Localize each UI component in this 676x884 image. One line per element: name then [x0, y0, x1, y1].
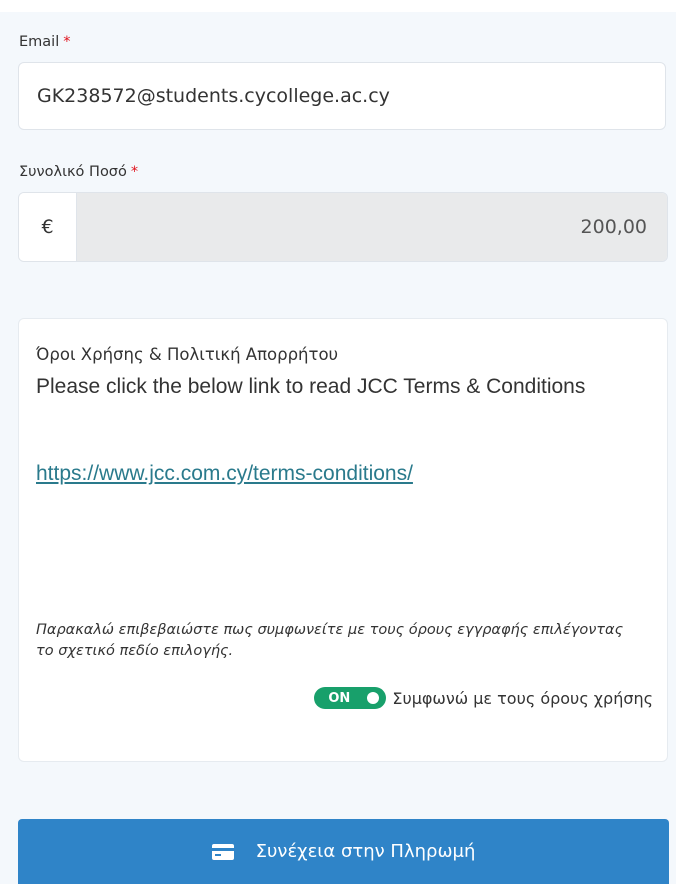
terms-agree-row: ON Συμφωνώ με τους όρους χρήσης [314, 687, 653, 709]
credit-card-icon [211, 843, 234, 860]
currency-symbol: € [19, 193, 77, 261]
email-value: GK238572@students.cycollege.ac.cy [37, 85, 390, 107]
terms-agree-toggle[interactable]: ON [314, 687, 387, 709]
continue-to-payment-label: Συνέχεια στην Πληρωμή [255, 841, 476, 862]
confirm-note: Παρακαλώ επιβεβαιώστε πως συμφωνείτε με … [36, 622, 624, 659]
amount-label-text: Συνολικό Ποσό [19, 164, 127, 180]
continue-to-payment-button[interactable]: Συνέχεια στην Πληρωμή [18, 819, 669, 884]
terms-card: Όροι Χρήσης & Πολιτική Απορρήτου Please … [18, 318, 668, 762]
toggle-label: Συμφωνώ με τους όρους χρήσης [392, 688, 653, 708]
toggle-state: ON [328, 690, 351, 706]
email-label-text: Email [19, 34, 60, 50]
terms-link[interactable]: https://www.jcc.com.cy/terms-conditions/ [36, 462, 413, 486]
email-field[interactable]: GK238572@students.cycollege.ac.cy [18, 62, 666, 130]
terms-title: Όροι Χρήσης & Πολιτική Απορρήτου [36, 345, 339, 364]
required-marker: * [63, 34, 71, 50]
toggle-knob [367, 692, 380, 704]
amount-label: Συνολικό Ποσό * [19, 164, 138, 180]
amount-value: 200,00 [77, 193, 667, 261]
terms-text: Please click the below link to read JCC … [36, 375, 586, 398]
top-strip [0, 0, 676, 12]
email-label: Email * [19, 34, 70, 50]
amount-field: € 200,00 [18, 192, 668, 262]
required-marker: * [130, 164, 139, 180]
